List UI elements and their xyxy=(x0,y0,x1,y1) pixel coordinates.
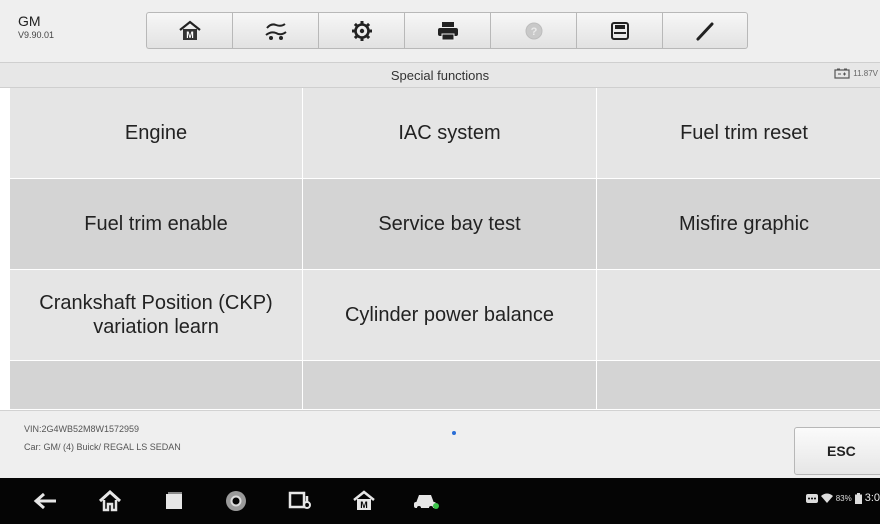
system-status-area: 83% 3:0 xyxy=(805,492,880,504)
settings-button[interactable] xyxy=(318,12,404,49)
function-empty-cell xyxy=(303,361,597,410)
function-iac-system[interactable]: IAC system xyxy=(303,88,597,179)
function-misfire-graphic[interactable]: Misfire graphic xyxy=(597,179,880,270)
back-button[interactable] xyxy=(32,489,60,513)
home-button[interactable]: M xyxy=(146,12,232,49)
edit-pen-icon xyxy=(696,22,714,41)
edit-button[interactable] xyxy=(662,12,748,49)
svg-text:?: ? xyxy=(530,26,537,38)
svg-text:M: M xyxy=(186,30,194,40)
function-engine[interactable]: Engine xyxy=(10,88,303,179)
function-empty-cell xyxy=(10,361,303,410)
software-version: V9.90.01 xyxy=(18,30,55,40)
help-button[interactable]: ? xyxy=(490,12,576,49)
function-ckp-variation-learn[interactable]: Crankshaft Position (CKP) variation lear… xyxy=(10,270,303,361)
function-cylinder-power-balance[interactable]: Cylinder power balance xyxy=(303,270,597,361)
car-battery-icon xyxy=(834,68,850,79)
recent-apps-button[interactable] xyxy=(160,489,188,513)
page-indicator-dot xyxy=(452,431,456,435)
battery-icon xyxy=(854,492,862,504)
home-nav-button[interactable] xyxy=(96,489,124,513)
top-toolbar: GM V9.90.01 M ? xyxy=(0,0,880,62)
vehicle-info-bar: VIN:2G4WB52M8W1572959 Car: GM/ (4) Buick… xyxy=(0,410,880,478)
car-icon xyxy=(414,495,439,510)
wifi-icon xyxy=(820,493,833,503)
recent-apps-icon xyxy=(166,492,182,509)
chrome-app-button[interactable] xyxy=(222,489,250,513)
car-description: Car: GM/ (4) Buick/ REGAL LS SEDAN xyxy=(24,442,181,452)
battery-voltage-indicator: 11.87V xyxy=(834,68,878,79)
android-navigation-bar: M 83% 3:0 xyxy=(0,478,880,524)
vehicle-make: GM xyxy=(18,13,41,29)
diagnostics-shortcut-button[interactable] xyxy=(287,489,315,513)
function-fuel-trim-enable[interactable]: Fuel trim enable xyxy=(10,179,303,270)
title-bar: Special functions 11.87V xyxy=(0,62,880,88)
page-title: Special functions xyxy=(390,68,490,83)
message-icon xyxy=(805,493,818,503)
svg-text:M: M xyxy=(360,500,368,510)
function-service-bay-test[interactable]: Service bay test xyxy=(303,179,597,270)
browser-icon xyxy=(226,491,246,511)
function-grid: Engine IAC system Fuel trim reset Fuel t… xyxy=(10,88,880,410)
vehicle-brand: GM V9.90.01 xyxy=(18,13,54,41)
android-home-icon xyxy=(98,490,122,512)
print-icon xyxy=(437,21,458,40)
settings-gear-icon xyxy=(351,20,372,41)
voltage-readout: 11.87V xyxy=(853,69,878,78)
back-arrow-icon xyxy=(33,492,56,510)
toolbar-buttons: M ? xyxy=(146,12,748,49)
maxi-home-icon: M xyxy=(353,490,375,510)
print-button[interactable] xyxy=(404,12,490,49)
vehicle-menu-button[interactable] xyxy=(412,489,440,513)
help-icon: ? xyxy=(525,22,542,39)
maxisys-home-button[interactable]: M xyxy=(350,489,378,513)
vehicle-connect-icon xyxy=(288,491,311,509)
battery-percent: 83% xyxy=(835,493,852,503)
function-fuel-trim-reset[interactable]: Fuel trim reset xyxy=(597,88,880,179)
function-empty-cell xyxy=(597,361,880,410)
vehicle-swap-icon xyxy=(264,22,287,40)
save-icon xyxy=(610,21,629,40)
esc-button[interactable]: ESC xyxy=(794,427,880,475)
save-button[interactable] xyxy=(576,12,662,49)
home-icon: M xyxy=(178,20,201,40)
clock: 3:0 xyxy=(864,492,880,504)
function-empty-cell xyxy=(597,270,880,361)
vehicle-swap-button[interactable] xyxy=(232,12,318,49)
vin-text: VIN:2G4WB52M8W1572959 xyxy=(24,424,140,434)
